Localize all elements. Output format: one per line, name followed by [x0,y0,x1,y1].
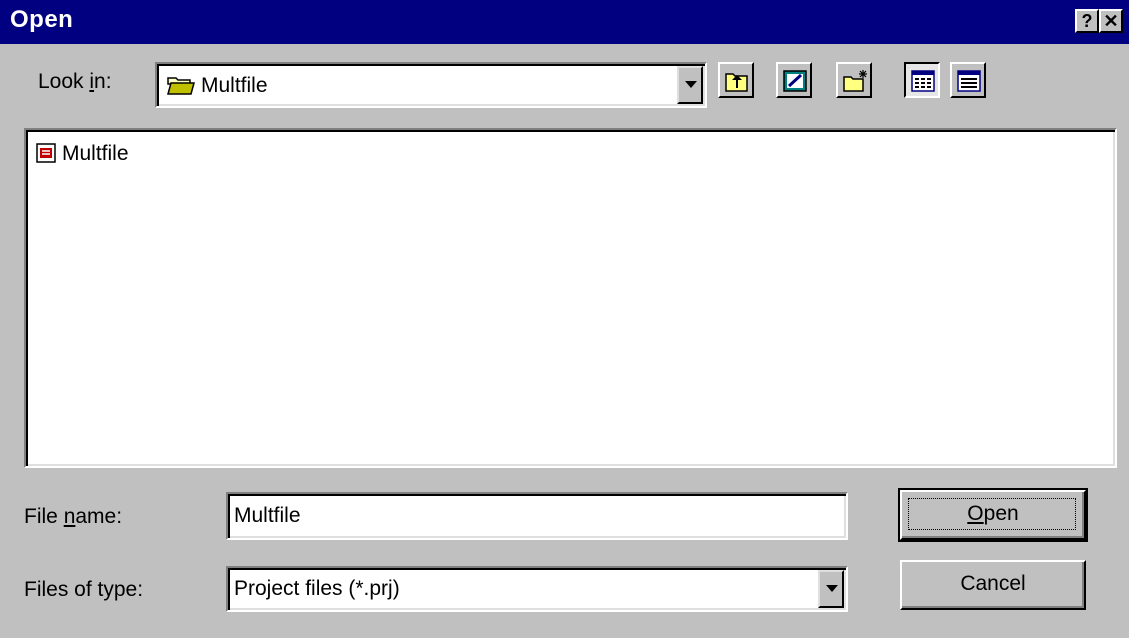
details-view-icon [957,70,981,92]
file-name-value: Multfile [234,504,301,527]
file-name-label: File name: [24,505,123,528]
open-button[interactable]: Open [898,488,1088,542]
help-button[interactable]: ? [1075,9,1099,33]
file-type-dropdown-button[interactable] [818,570,844,608]
up-one-level-icon [725,73,748,92]
project-file-icon [36,143,56,168]
look-in-label: Look in: [38,70,112,93]
new-folder-icon [843,70,867,92]
chevron-down-icon [826,585,838,592]
window-title: Open [10,6,74,33]
cancel-button[interactable]: Cancel [900,560,1086,610]
details-view-button[interactable] [950,62,986,98]
file-list[interactable]: Multfile [24,128,1117,468]
file-name: Multfile [62,142,129,165]
file-name-field[interactable]: Multfile [226,492,848,540]
list-view-button[interactable] [904,62,940,98]
chevron-down-icon [685,81,697,88]
file-type-label: Files of type: [24,578,144,601]
up-one-level-button[interactable] [718,62,754,98]
file-type-value: Project files (*.prj) [234,577,400,600]
look-in-combo[interactable]: Multfile [155,62,707,108]
close-button[interactable]: ✕ [1099,9,1123,33]
help-icon: ? [1081,11,1093,31]
close-icon: ✕ [1103,11,1119,31]
title-bar: Open ? ✕ [0,0,1129,44]
focus-rect [908,498,1076,530]
desktop-icon [783,70,807,92]
list-view-icon [911,70,935,92]
go-to-desktop-button[interactable] [776,62,812,98]
new-folder-button[interactable] [836,62,872,98]
look-in-value: Multfile [201,74,268,97]
file-type-combo[interactable]: Project files (*.prj) [226,566,848,612]
look-in-dropdown-button[interactable] [677,66,703,104]
cancel-label: Cancel [960,572,1026,595]
folder-open-icon [167,75,195,100]
